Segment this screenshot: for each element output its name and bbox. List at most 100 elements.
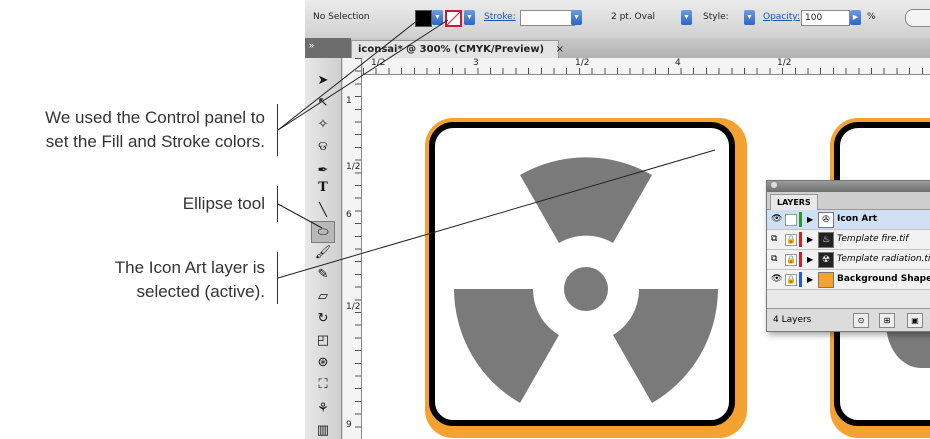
style-label: Style: — [703, 12, 729, 22]
style-dropdown[interactable]: ▼ — [744, 10, 755, 25]
document-tab-bar: iconsai* @ 300% (CMYK/Preview) × — [351, 38, 930, 59]
template-icon[interactable]: ⧉ — [771, 254, 783, 264]
selection-status: No Selection — [313, 12, 370, 22]
layer-color-indicator — [799, 272, 802, 287]
stroke-weight-dropdown[interactable]: ▼ — [571, 10, 582, 25]
new-sublayer-icon[interactable]: ▣ — [907, 313, 923, 328]
layer-count: 4 Layers — [773, 315, 812, 325]
callout-icon-art-bracket — [277, 252, 279, 304]
ruler-top-label: 1/2 — [575, 58, 590, 68]
lock-toggle-icon[interactable] — [785, 214, 797, 226]
fill-dropdown-button[interactable]: ▼ — [432, 10, 443, 25]
stroke-weight-field[interactable] — [520, 10, 575, 26]
free-transform-tool-icon[interactable]: ⛶ — [312, 374, 334, 394]
control-panel: No Selection ▼ ▼ Stroke: ▼ 2 pt. Oval ▼ … — [305, 0, 930, 39]
type-tool-icon[interactable]: T — [312, 178, 334, 198]
layer-name[interactable]: Icon Art — [837, 210, 877, 229]
template-icon[interactable]: ⧉ — [771, 234, 783, 244]
layer-row-template-fire[interactable]: ⧉ 🔒 ▶ ♨ Template fire.tif — [767, 230, 930, 250]
artboard-canvas[interactable]: « LAYERS ▾≡ 👁 ▶ ✇ Icon Art ⧉ 🔒 ▶ ♨ — [362, 75, 930, 439]
ruler-top-label: 1/2 — [777, 58, 792, 68]
callout-icon-art-layer: The Icon Art layer is selected (active). — [115, 256, 265, 304]
vertical-ruler: 1 1/2 6 1/2 9 — [343, 58, 362, 439]
stroke-label-link[interactable]: Stroke: — [484, 12, 516, 22]
opacity-percent: % — [867, 12, 876, 22]
selection-tool-icon[interactable]: ➤ — [312, 70, 334, 90]
fill-color-swatch[interactable] — [415, 10, 432, 27]
callout-control-panel-line2: set the Fill and Stroke colors. — [45, 132, 265, 151]
lasso-tool-icon[interactable]: ଡ — [312, 136, 334, 156]
blob-brush-tool-icon[interactable]: ✎ — [312, 264, 334, 284]
direct-selection-tool-icon[interactable]: ↖ — [312, 92, 334, 112]
lock-icon[interactable]: 🔒 — [785, 274, 797, 286]
radiation-symbol-icon — [454, 157, 718, 403]
expand-arrow-icon[interactable]: ▶ — [807, 230, 813, 249]
layers-panel-titlebar[interactable]: « — [767, 181, 930, 192]
callout-control-panel-bracket — [277, 104, 279, 156]
layer-row-template-radiation[interactable]: ⧉ 🔒 ▶ ☢ Template radiation.tif — [767, 250, 930, 270]
ruler-top-label: 1/2 — [371, 58, 386, 68]
layer-color-indicator — [799, 232, 802, 247]
tools-panel: ➤ ↖ ✧ ଡ ✒ T ╲ ⬭ 🖌 ✎ ▱ ↻ ◰ ⊛ ⛶ ⚘ ▥ — [305, 58, 342, 439]
ruler-top-label: 3 — [473, 58, 479, 68]
warp-tool-icon[interactable]: ⊛ — [312, 352, 334, 372]
layers-tab[interactable]: LAYERS — [770, 194, 818, 210]
panel-strip: » — [305, 38, 351, 58]
ellipse-tool-icon[interactable]: ⬭ — [311, 221, 335, 243]
rotate-tool-icon[interactable]: ↻ — [312, 308, 334, 328]
layer-thumbnail — [818, 272, 834, 288]
magic-wand-tool-icon[interactable]: ✧ — [312, 114, 334, 134]
clipping-mask-icon[interactable]: ⊞ — [879, 313, 895, 328]
line-tool-icon[interactable]: ╲ — [312, 200, 334, 220]
stroke-color-swatch[interactable] — [445, 10, 462, 27]
expand-arrow-icon[interactable]: ▶ — [807, 250, 813, 269]
lock-icon[interactable]: 🔒 — [785, 254, 797, 266]
paintbrush-tool-icon[interactable]: 🖌 — [312, 242, 334, 262]
illustrator-window: No Selection ▼ ▼ Stroke: ▼ 2 pt. Oval ▼ … — [305, 0, 930, 439]
brush-dropdown[interactable]: ▼ — [681, 10, 692, 25]
callout-ellipse-tool-bracket — [277, 186, 279, 222]
collapse-arrows-icon[interactable]: » — [309, 40, 314, 50]
opacity-label-link[interactable]: Opacity: — [763, 12, 800, 22]
callout-control-panel-line1: We used the Control panel to — [45, 108, 265, 127]
locate-object-icon[interactable]: ⊙ — [853, 313, 869, 328]
graph-tool-icon[interactable]: ▥ — [312, 420, 334, 439]
layer-name[interactable]: Background Shapes — [837, 270, 930, 289]
ruler-left-label: 9 — [346, 420, 352, 430]
expand-arrow-icon[interactable]: ▶ — [807, 270, 813, 289]
layer-thumbnail: ♨ — [818, 232, 834, 248]
layer-name[interactable]: Template fire.tif — [837, 230, 908, 249]
opacity-field[interactable]: 100 — [801, 10, 850, 26]
brush-definition: 2 pt. Oval — [611, 12, 655, 22]
close-icon[interactable]: × — [556, 44, 564, 55]
symbol-sprayer-tool-icon[interactable]: ⚘ — [312, 398, 334, 418]
eraser-tool-icon[interactable]: ▱ — [312, 286, 334, 306]
layers-panel-footer: 4 Layers ⊙ ⊞ ▣ ◫ 🗑 — [767, 308, 930, 331]
scale-tool-icon[interactable]: ◰ — [312, 330, 334, 350]
expand-arrow-icon[interactable]: ▶ — [807, 210, 813, 229]
horizontal-ruler: 1/2 3 1/2 4 1/2 — [363, 58, 930, 75]
layer-thumbnail: ☢ — [818, 252, 834, 268]
callout-icon-art-line1: The Icon Art layer is — [114, 258, 265, 277]
ruler-left-label: 6 — [346, 210, 352, 220]
opacity-dropdown[interactable]: ▶ — [850, 10, 861, 25]
control-panel-pill-button[interactable] — [905, 9, 930, 27]
layer-row-background-shapes[interactable]: 👁 🔒 ▶ Background Shapes — [767, 270, 930, 290]
stroke-dropdown-button[interactable]: ▼ — [464, 10, 475, 25]
panel-close-icon[interactable] — [771, 182, 777, 188]
layer-color-indicator — [799, 252, 802, 267]
layer-thumbnail: ✇ — [818, 212, 834, 228]
pen-tool-icon[interactable]: ✒ — [312, 160, 334, 180]
ruler-top-label: 4 — [675, 58, 681, 68]
document-tab-title: iconsai* @ 300% (CMYK/Preview) — [358, 44, 545, 55]
ruler-left-label: 1 — [346, 96, 352, 106]
lock-icon[interactable]: 🔒 — [785, 234, 797, 246]
visibility-eye-icon[interactable]: 👁 — [771, 214, 783, 224]
callout-icon-art-line2: selected (active). — [136, 282, 266, 301]
radiation-icon-card[interactable] — [425, 118, 747, 438]
callout-ellipse-tool: Ellipse tool — [182, 194, 265, 213]
layer-row-icon-art[interactable]: 👁 ▶ ✇ Icon Art — [767, 210, 930, 230]
visibility-eye-icon[interactable]: 👁 — [771, 274, 783, 284]
document-tab[interactable]: iconsai* @ 300% (CMYK/Preview) × — [351, 40, 564, 59]
layer-name[interactable]: Template radiation.tif — [837, 250, 930, 269]
